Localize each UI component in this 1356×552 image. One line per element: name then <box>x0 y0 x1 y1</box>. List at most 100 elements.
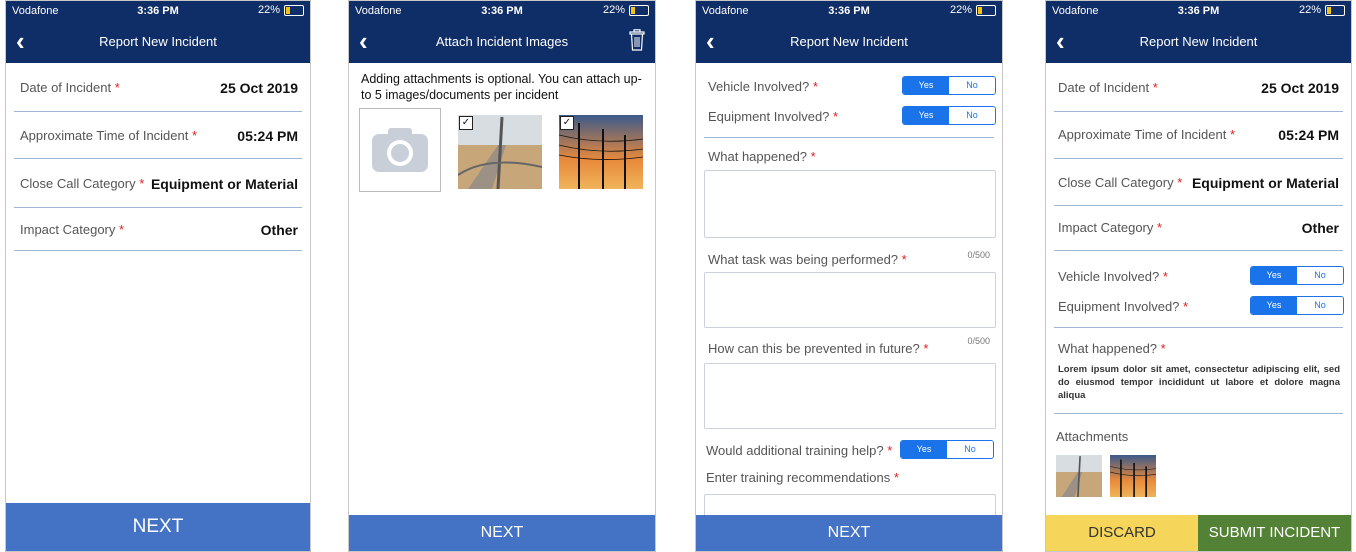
impact-label: Impact Category <box>20 222 116 237</box>
checkbox-icon[interactable]: ✓ <box>459 116 473 130</box>
time-row: Approximate Time of Incident * 05:24 PM <box>1054 112 1343 159</box>
time-label: Approximate Time of Incident <box>1058 127 1227 142</box>
next-button[interactable]: NEXT <box>349 515 655 551</box>
description-text: Lorem ipsum dolor sit amet, consectetur … <box>1058 364 1340 401</box>
vehicle-toggle[interactable]: Yes No <box>902 76 996 95</box>
divider <box>1054 327 1343 328</box>
category-label: Close Call Category <box>20 176 136 191</box>
impact-row: Impact Category * Other <box>1054 206 1343 251</box>
no-option[interactable]: No <box>949 107 995 124</box>
page-title: Report New Incident <box>99 34 217 49</box>
impact-row[interactable]: Impact Category * Other <box>14 208 302 251</box>
category-value: Equipment or Material <box>150 176 298 192</box>
task-label: What task was being performed? <box>708 252 899 267</box>
recommend-label: Enter training recommendations <box>706 470 891 485</box>
power-lines-photo-icon <box>1110 455 1156 497</box>
screen-incident-questions: Vodafone 3:36 PM 22% ‹ Report New Incide… <box>695 0 1003 552</box>
char-counter: 0/500 <box>967 250 990 260</box>
prevent-textarea[interactable] <box>704 363 996 429</box>
date-label: Date of Incident <box>20 80 112 95</box>
submit-incident-button[interactable]: SUBMIT INCIDENT <box>1198 515 1351 551</box>
status-bar: Vodafone 3:36 PM 22% <box>6 1 310 21</box>
nav-bar: ‹ Report New Incident <box>696 21 1002 63</box>
what-happened-label: What happened? <box>708 149 808 164</box>
attachments-label: Attachments <box>1056 429 1129 444</box>
training-toggle[interactable]: Yes No <box>900 440 994 459</box>
construction-photo-icon <box>1056 455 1102 497</box>
nav-bar: ‹ Attach Incident Images <box>349 21 655 63</box>
yes-option[interactable]: Yes <box>903 77 949 94</box>
equipment-label: Equipment Involved? <box>1058 299 1180 314</box>
impact-label: Impact Category <box>1058 220 1154 235</box>
battery-icon <box>629 4 649 16</box>
date-row: Date of Incident * 25 Oct 2019 <box>1054 63 1343 112</box>
yes-option[interactable]: Yes <box>903 107 949 124</box>
battery-level: 22% <box>1298 4 1321 16</box>
date-value: 25 Oct 2019 <box>220 80 298 96</box>
status-bar: Vodafone 3:36 PM 22% <box>349 1 655 21</box>
category-row: Close Call Category * Equipment or Mater… <box>1054 159 1343 206</box>
impact-value: Other <box>1301 220 1339 236</box>
trash-icon[interactable] <box>629 29 645 56</box>
no-option[interactable]: No <box>949 77 995 94</box>
vehicle-label: Vehicle Involved? <box>708 79 810 94</box>
category-value: Equipment or Material <box>1191 175 1339 191</box>
vehicle-toggle: Yes No <box>1250 266 1344 285</box>
screen-review-incident: Vodafone 3:36 PM 22% ‹ Report New Incide… <box>1045 0 1352 552</box>
impact-value: Other <box>260 222 298 238</box>
battery-level: 22% <box>949 4 972 16</box>
date-row[interactable]: Date of Incident * 25 Oct 2019 <box>14 63 302 112</box>
vehicle-label: Vehicle Involved? <box>1058 269 1160 284</box>
no-option: No <box>1297 297 1343 314</box>
yes-option: Yes <box>1251 297 1297 314</box>
screen-attach-images: Vodafone 3:36 PM 22% ‹ Attach Incident I… <box>348 0 656 552</box>
discard-button[interactable]: DISCARD <box>1046 515 1198 551</box>
time-value: 05:24 PM <box>237 128 298 144</box>
time-value: 05:24 PM <box>1278 127 1339 143</box>
nav-bar: ‹ Report New Incident <box>1046 21 1351 63</box>
next-button[interactable]: NEXT <box>6 503 310 551</box>
prevent-label: How can this be prevented in future? <box>708 341 920 356</box>
battery-icon <box>976 4 996 16</box>
no-option[interactable]: No <box>947 441 993 458</box>
no-option: No <box>1297 267 1343 284</box>
attachment-info: Adding attachments is optional. You can … <box>361 72 642 102</box>
page-title: Attach Incident Images <box>435 34 569 49</box>
char-counter: 0/500 <box>967 336 990 346</box>
yes-option: Yes <box>1251 267 1297 284</box>
status-bar: Vodafone 3:36 PM 22% <box>696 1 1002 21</box>
category-label: Close Call Category <box>1058 175 1174 190</box>
equipment-toggle: Yes No <box>1250 296 1344 315</box>
time-label: Approximate Time of Incident <box>20 128 189 143</box>
page-title: Report New Incident <box>1139 34 1258 49</box>
time-row[interactable]: Approximate Time of Incident * 05:24 PM <box>14 112 302 159</box>
status-bar: Vodafone 3:36 PM 22% <box>1046 1 1351 21</box>
next-button[interactable]: NEXT <box>696 515 1002 551</box>
battery-level: 22% <box>602 4 625 16</box>
equipment-label: Equipment Involved? <box>708 109 830 124</box>
attachment-thumbnail[interactable]: ✓ <box>458 115 542 189</box>
attachment-thumbnail[interactable] <box>1110 455 1156 497</box>
battery-icon <box>284 4 304 16</box>
page-title: Report New Incident <box>790 34 908 49</box>
date-label: Date of Incident <box>1058 80 1150 95</box>
nav-bar: ‹ Report New Incident <box>6 21 310 63</box>
camera-icon <box>372 126 428 177</box>
what-happened-textarea[interactable] <box>704 170 996 238</box>
divider <box>1054 413 1343 414</box>
battery-level: 22% <box>257 4 280 16</box>
category-row[interactable]: Close Call Category * Equipment or Mater… <box>14 159 302 208</box>
camera-button[interactable] <box>359 108 441 192</box>
checkbox-icon[interactable]: ✓ <box>560 116 574 130</box>
date-value: 25 Oct 2019 <box>1261 80 1339 96</box>
divider <box>704 137 994 138</box>
attachment-thumbnail[interactable]: ✓ <box>559 115 643 189</box>
equipment-toggle[interactable]: Yes No <box>902 106 996 125</box>
attachment-thumbnail[interactable] <box>1056 455 1102 497</box>
battery-icon <box>1325 4 1345 16</box>
yes-option[interactable]: Yes <box>901 441 947 458</box>
screen-report-details: Vodafone 3:36 PM 22% ‹ Report New Incide… <box>5 0 311 552</box>
training-label: Would additional training help? <box>706 443 884 458</box>
what-happened-label: What happened? <box>1058 341 1158 356</box>
task-textarea[interactable] <box>704 272 996 328</box>
